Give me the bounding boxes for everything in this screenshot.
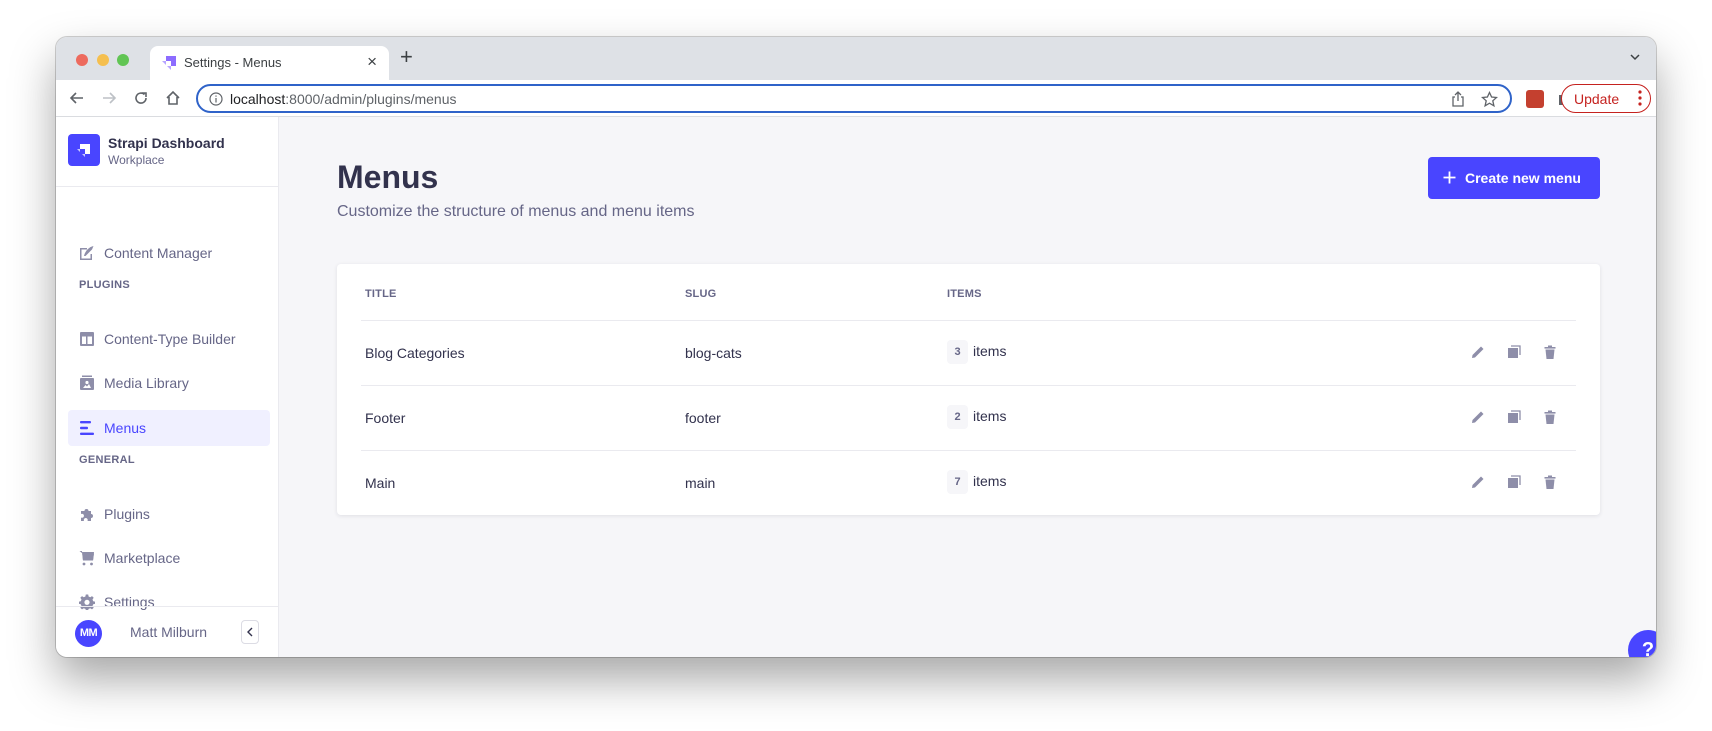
column-header-title: TITLE bbox=[365, 288, 397, 300]
page-subtitle: Customize the structure of menus and men… bbox=[337, 203, 695, 220]
menu-title: Main bbox=[365, 475, 396, 491]
sidebar-item-label: Marketplace bbox=[104, 550, 181, 566]
trash-icon[interactable] bbox=[1542, 474, 1558, 490]
tab-strip: Settings - Menus × + bbox=[56, 37, 1656, 80]
browser-tab[interactable]: Settings - Menus × bbox=[150, 46, 389, 80]
menu-lines-icon bbox=[80, 421, 94, 435]
tab-close-icon[interactable]: × bbox=[367, 52, 377, 72]
sidebar-item-plugins[interactable]: Plugins bbox=[68, 496, 270, 532]
sidebar-item-label: Content-Type Builder bbox=[104, 331, 236, 347]
menu-title: Blog Categories bbox=[365, 345, 465, 361]
section-label-plugins: PLUGINS bbox=[79, 279, 130, 291]
sidebar-item-label: Media Library bbox=[104, 375, 189, 391]
brand-header: Strapi Dashboard Workplace bbox=[56, 117, 279, 187]
back-arrow-icon[interactable] bbox=[68, 89, 86, 107]
browser-window: Settings - Menus × + localhost:8000/admi… bbox=[56, 37, 1656, 657]
strapi-logo bbox=[68, 134, 100, 166]
sidebar-item-media-library[interactable]: Media Library bbox=[68, 365, 270, 401]
trash-icon[interactable] bbox=[1542, 344, 1558, 360]
column-header-items: ITEMS bbox=[947, 288, 982, 300]
page-title: Menus bbox=[337, 159, 439, 195]
chevron-left-icon bbox=[247, 627, 253, 637]
column-header-slug: SLUG bbox=[685, 288, 717, 300]
minimize-window-button[interactable] bbox=[97, 54, 109, 66]
url-text[interactable]: localhost:8000/admin/plugins/menus bbox=[230, 91, 457, 107]
menu-title: Footer bbox=[365, 410, 406, 426]
sidebar-item-marketplace[interactable]: Marketplace bbox=[68, 540, 270, 576]
edit-pencil-icon[interactable] bbox=[1470, 344, 1486, 360]
chevron-down-icon[interactable] bbox=[1628, 50, 1642, 64]
table-row[interactable]: Footer footer 2 items bbox=[361, 386, 1576, 450]
menus-table: TITLE SLUG ITEMS Blog Categories blog-ca… bbox=[337, 264, 1600, 515]
plus-icon bbox=[1443, 171, 1456, 184]
layout-icon bbox=[80, 332, 94, 346]
menu-slug: main bbox=[685, 475, 716, 491]
trash-icon[interactable] bbox=[1542, 409, 1558, 425]
browser-toolbar: localhost:8000/admin/plugins/menus Updat… bbox=[56, 80, 1656, 117]
edit-pencil-icon[interactable] bbox=[1470, 474, 1486, 490]
main-content: Menus Customize the structure of menus a… bbox=[280, 117, 1656, 657]
table-row[interactable]: Main main 7 items bbox=[361, 451, 1576, 515]
section-label-general: GENERAL bbox=[79, 454, 135, 466]
duplicate-icon[interactable] bbox=[1506, 344, 1522, 360]
url-host: localhost bbox=[230, 91, 286, 107]
info-icon[interactable] bbox=[209, 92, 223, 106]
new-tab-icon[interactable]: + bbox=[400, 46, 413, 68]
maximize-window-button[interactable] bbox=[117, 54, 129, 66]
user-avatar[interactable]: MM bbox=[75, 620, 102, 647]
cart-icon bbox=[79, 551, 94, 566]
items-label: items bbox=[973, 408, 1007, 424]
strapi-logo-icon bbox=[77, 144, 90, 157]
sidebar-item-content-manager[interactable]: Content Manager bbox=[68, 235, 270, 271]
brand-subtitle: Workplace bbox=[108, 153, 165, 167]
brand-title: Strapi Dashboard bbox=[108, 135, 225, 151]
bookmark-star-icon[interactable] bbox=[1481, 91, 1498, 108]
collapse-sidebar-button[interactable] bbox=[241, 620, 259, 644]
tab-title: Settings - Menus bbox=[184, 55, 282, 70]
sidebar: Strapi Dashboard Workplace Content Manag… bbox=[56, 117, 279, 657]
more-vertical-icon bbox=[1638, 90, 1642, 106]
sidebar-item-label: Plugins bbox=[104, 506, 150, 522]
menu-slug: footer bbox=[685, 410, 721, 426]
update-button[interactable]: Update bbox=[1561, 84, 1651, 113]
items-count-badge: 3 bbox=[947, 340, 968, 364]
update-label: Update bbox=[1574, 91, 1620, 107]
duplicate-icon[interactable] bbox=[1506, 474, 1522, 490]
sidebar-item-label: Content Manager bbox=[104, 245, 213, 261]
reload-icon[interactable] bbox=[132, 89, 150, 107]
strapi-favicon-icon bbox=[162, 56, 176, 70]
duplicate-icon[interactable] bbox=[1506, 409, 1522, 425]
pencil-square-icon bbox=[80, 246, 94, 260]
items-label: items bbox=[973, 343, 1007, 359]
home-icon[interactable] bbox=[164, 89, 182, 107]
sidebar-footer: MM Matt Milburn bbox=[56, 606, 279, 657]
sidebar-item-menus[interactable]: Menus bbox=[68, 410, 270, 446]
address-bar[interactable]: localhost:8000/admin/plugins/menus bbox=[196, 84, 1512, 113]
items-count-badge: 7 bbox=[947, 470, 968, 494]
share-icon[interactable] bbox=[1450, 91, 1466, 107]
table-row[interactable]: Blog Categories blog-cats 3 items bbox=[361, 321, 1576, 385]
help-button[interactable]: ? bbox=[1628, 630, 1656, 657]
edit-pencil-icon[interactable] bbox=[1470, 409, 1486, 425]
puzzle-icon bbox=[81, 509, 93, 521]
sidebar-item-label: Menus bbox=[104, 420, 147, 436]
create-button-label: Create new menu bbox=[1465, 170, 1581, 186]
extension-icon[interactable] bbox=[1526, 90, 1544, 108]
close-window-button[interactable] bbox=[76, 54, 88, 66]
items-count-badge: 2 bbox=[947, 405, 968, 429]
image-icon bbox=[80, 375, 94, 390]
create-new-menu-button[interactable]: Create new menu bbox=[1428, 157, 1600, 199]
menu-slug: blog-cats bbox=[685, 345, 742, 361]
items-label: items bbox=[973, 473, 1007, 489]
sidebar-item-content-type-builder[interactable]: Content-Type Builder bbox=[68, 321, 270, 357]
url-path: :8000/admin/plugins/menus bbox=[285, 91, 457, 107]
user-name[interactable]: Matt Milburn bbox=[130, 624, 207, 640]
forward-arrow-icon[interactable] bbox=[100, 89, 118, 107]
